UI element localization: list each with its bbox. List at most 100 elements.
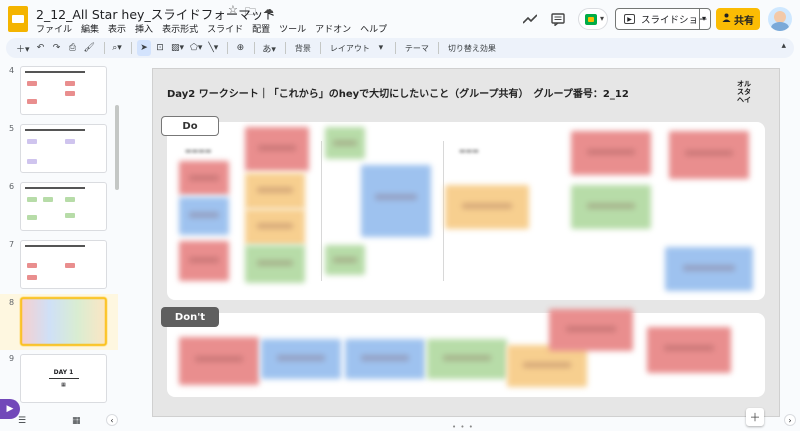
- slide-thumbnail[interactable]: DAY 1 ▦: [20, 354, 107, 403]
- top-bar: 2_12_All Star hey_スライドフォーマット ☆ 🗀 ☁ ファイル …: [0, 0, 800, 38]
- background-button[interactable]: 背景: [295, 43, 311, 54]
- paint-format-icon[interactable]: 🖌: [82, 40, 97, 56]
- dont-label[interactable]: Don't: [161, 307, 219, 327]
- thumbnail-title: DAY 1: [53, 369, 74, 376]
- collapse-filmstrip-icon[interactable]: ‹: [106, 414, 118, 426]
- meet-camera-icon: [585, 14, 597, 25]
- sticky-note[interactable]: [179, 197, 229, 235]
- menu-tools[interactable]: ツール: [279, 22, 306, 35]
- menu-edit[interactable]: 編集: [81, 22, 99, 35]
- slideshow-label: スライドショー: [641, 15, 708, 26]
- sticky-note[interactable]: [179, 337, 259, 385]
- title-icons: ☆ 🗀 ☁: [228, 3, 274, 22]
- slide-number: 9: [9, 354, 15, 363]
- slide-thumbnail-selected[interactable]: [20, 297, 107, 346]
- comment-history-icon[interactable]: [548, 7, 568, 31]
- slide-thumbnail[interactable]: [20, 66, 107, 115]
- sticky-note[interactable]: [427, 339, 507, 379]
- slide-thumbnail[interactable]: [20, 182, 107, 231]
- thumbnail-slide-8[interactable]: 8: [0, 294, 118, 350]
- zoom-icon[interactable]: ⌕▾: [110, 40, 124, 56]
- thumbnail-slide-5[interactable]: 5: [0, 124, 118, 176]
- sticky-note[interactable]: [179, 241, 229, 281]
- sticky-note[interactable]: [261, 339, 341, 379]
- sticky-note[interactable]: [445, 185, 529, 229]
- sticky-note[interactable]: [665, 247, 753, 291]
- sticky-note[interactable]: [245, 127, 309, 171]
- move-folder-icon[interactable]: 🗀: [245, 3, 256, 22]
- layout-dropdown-icon[interactable]: ▾: [374, 40, 388, 56]
- thumbnail-slide-4[interactable]: 4: [0, 66, 118, 118]
- new-slide-icon[interactable]: ＋▾: [14, 40, 32, 56]
- slide-thumbnail[interactable]: [20, 124, 107, 173]
- print-icon[interactable]: ⎙: [66, 40, 80, 56]
- sticky-note[interactable]: [507, 345, 587, 387]
- blurred-column-label: ▬▬▬▬: [185, 147, 212, 155]
- input-tools-icon[interactable]: あ▾: [260, 40, 278, 56]
- sticky-note[interactable]: [179, 161, 229, 195]
- menu-format[interactable]: 表示形式: [162, 22, 198, 35]
- current-slide[interactable]: Day2 ワークシート｜「これから」のheyで大切にしたいこと（グループ共有） …: [152, 68, 780, 417]
- slideshow-button[interactable]: ▶ スライドショー ▾: [615, 8, 711, 30]
- menu-help[interactable]: ヘルプ: [360, 22, 387, 35]
- grid-view-icon[interactable]: ▦: [72, 416, 81, 426]
- expand-side-panel-icon[interactable]: ›: [784, 414, 796, 426]
- thumbnail-slide-6[interactable]: 6: [0, 182, 118, 234]
- cloud-status-icon[interactable]: ☁: [263, 3, 274, 22]
- thumbnail-slide-9[interactable]: 9 DAY 1 ▦: [0, 354, 118, 406]
- sticky-note[interactable]: [345, 339, 425, 379]
- sticky-note[interactable]: [669, 131, 749, 179]
- shape-icon[interactable]: ⬠▾: [188, 40, 204, 56]
- play-icon: ▶: [624, 14, 635, 24]
- menu-view[interactable]: 表示: [108, 22, 126, 35]
- sticky-note[interactable]: [245, 173, 305, 209]
- share-button[interactable]: 共有: [716, 8, 760, 30]
- sticky-note[interactable]: [571, 131, 651, 175]
- slideshow-dropdown-icon[interactable]: ▾: [702, 14, 706, 23]
- slide-number: 4: [9, 66, 15, 75]
- theme-button[interactable]: テーマ: [405, 43, 429, 54]
- slide-filmstrip: 4 5 6 7 8 9 DAY 1 ▦ ▶ ☰ ▦ ‹: [0, 60, 120, 429]
- sticky-note[interactable]: [647, 327, 731, 373]
- add-explore-icon[interactable]: ＋: [746, 408, 764, 426]
- line-icon[interactable]: ╲▾: [206, 40, 220, 56]
- redo-icon[interactable]: ↷: [50, 40, 64, 56]
- image-icon[interactable]: ▨▾: [169, 40, 186, 56]
- sticky-note[interactable]: [571, 185, 651, 229]
- menu-slide[interactable]: スライド: [207, 22, 243, 35]
- comment-add-icon[interactable]: ⊕: [233, 40, 247, 56]
- filmstrip-view-icon[interactable]: ☰: [18, 416, 26, 426]
- star-icon[interactable]: ☆: [228, 3, 238, 22]
- speaker-notes-drag-handle[interactable]: • • •: [452, 423, 474, 431]
- slide-thumbnail[interactable]: [20, 240, 107, 289]
- thumbnail-slide-7[interactable]: 7: [0, 240, 118, 292]
- sticky-note[interactable]: [325, 245, 365, 275]
- menu-insert[interactable]: 挿入: [135, 22, 153, 35]
- menu-arrange[interactable]: 配置: [252, 22, 270, 35]
- slide-header[interactable]: Day2 ワークシート｜「これから」のheyで大切にしたいこと（グループ共有） …: [167, 85, 629, 100]
- activity-trend-icon[interactable]: [520, 7, 540, 31]
- select-cursor-icon[interactable]: ➤: [136, 40, 151, 56]
- sticky-note[interactable]: [245, 245, 305, 283]
- slide-number: 8: [9, 298, 15, 307]
- slides-logo-icon[interactable]: [8, 6, 28, 32]
- layout-button[interactable]: レイアウト: [330, 43, 370, 54]
- transition-button[interactable]: 切り替え効果: [448, 43, 496, 54]
- menu-addons[interactable]: アドオン: [315, 22, 351, 35]
- sticky-note[interactable]: [245, 209, 305, 245]
- sticky-note[interactable]: [325, 127, 365, 159]
- meet-call-icon[interactable]: ▶: [0, 399, 20, 419]
- undo-icon[interactable]: ↶: [34, 40, 48, 56]
- brand-logo: オル スタ ヘイ: [737, 80, 751, 104]
- text-box-icon[interactable]: ⊡: [153, 40, 167, 56]
- collapse-menus-icon[interactable]: ▴: [781, 41, 786, 51]
- meet-button[interactable]: ▾: [578, 8, 608, 30]
- filmstrip-scrollbar[interactable]: [115, 105, 119, 190]
- person-icon: [722, 13, 731, 25]
- user-avatar[interactable]: [768, 7, 792, 31]
- sticky-note[interactable]: [549, 309, 633, 351]
- slide-number: 6: [9, 182, 15, 191]
- do-label[interactable]: Do: [161, 116, 219, 136]
- sticky-note[interactable]: [361, 165, 431, 237]
- menu-file[interactable]: ファイル: [36, 22, 72, 35]
